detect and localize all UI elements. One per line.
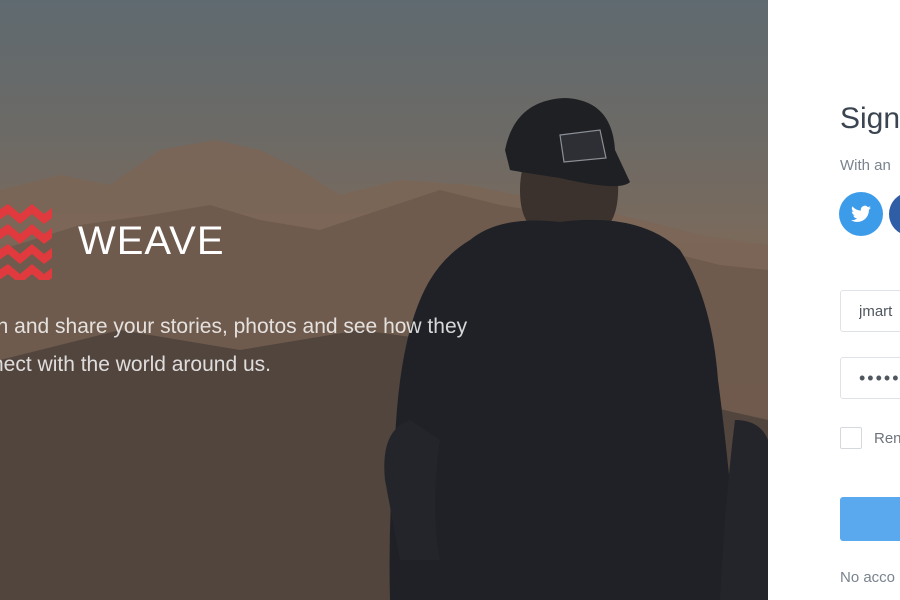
remember-me[interactable]: Ren bbox=[840, 425, 900, 451]
login-panel: Sign With an Ren No acco bbox=[768, 0, 900, 600]
weave-logo-icon bbox=[0, 204, 52, 280]
brand: WEAVE bbox=[0, 198, 300, 282]
brand-name: WEAVE bbox=[78, 219, 225, 263]
hero-background: WEAVE in and share your stories, photos … bbox=[0, 0, 768, 600]
tagline-line-1: in and share your stories, photos and se… bbox=[0, 315, 468, 338]
social-login-subtitle: With an bbox=[840, 157, 891, 174]
remember-label: Ren bbox=[874, 429, 900, 447]
password-field[interactable] bbox=[840, 357, 900, 399]
email-field[interactable] bbox=[840, 290, 900, 332]
facebook-login-button[interactable] bbox=[889, 192, 900, 236]
tagline-line-2: nect with the world around us. bbox=[0, 353, 271, 376]
remember-checkbox[interactable] bbox=[840, 427, 862, 449]
page-title: Sign bbox=[840, 102, 900, 135]
twitter-icon bbox=[851, 205, 871, 222]
no-account-text: No acco bbox=[840, 569, 896, 586]
sign-in-button[interactable] bbox=[840, 497, 900, 541]
hero-photo bbox=[0, 98, 768, 600]
twitter-login-button[interactable] bbox=[839, 192, 883, 236]
tagline: in and share your stories, photos and se… bbox=[0, 308, 552, 384]
